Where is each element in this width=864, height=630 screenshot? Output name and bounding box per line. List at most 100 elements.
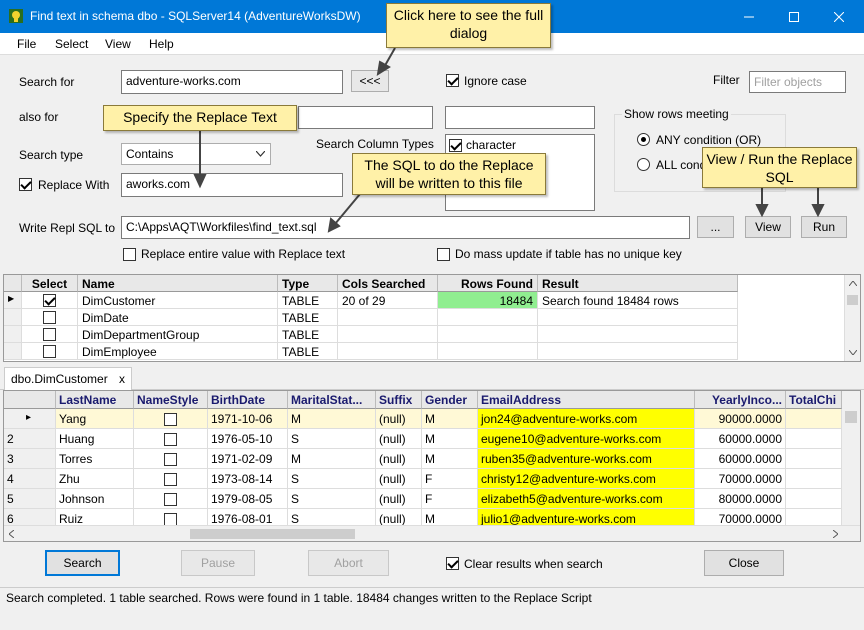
column-header-rows-found[interactable]: Rows Found — [438, 275, 538, 292]
cell-suffix[interactable]: (null) — [376, 489, 422, 509]
tab-dbo-dimcustomer[interactable]: dbo.DimCustomer x — [4, 367, 132, 390]
cell-gender[interactable]: M — [422, 409, 478, 429]
cell-totalchildren[interactable] — [786, 429, 842, 449]
cell-name[interactable]: DimEmployee — [78, 343, 278, 360]
cell-name[interactable]: DimDate — [78, 309, 278, 326]
cell-result[interactable] — [538, 326, 738, 343]
cell-gender[interactable]: F — [422, 469, 478, 489]
column-header-result[interactable]: Result — [538, 275, 738, 292]
search-button[interactable]: Search — [45, 550, 120, 576]
cell-name[interactable]: DimDepartmentGroup — [78, 326, 278, 343]
cell-lastname[interactable]: Torres — [56, 449, 134, 469]
column-header-namestyle[interactable]: NameStyle — [134, 391, 208, 409]
cell-yearlyincome[interactable]: 90000.0000 — [695, 409, 786, 429]
column-header-type[interactable]: Type — [278, 275, 338, 292]
namestyle-checkbox[interactable] — [164, 453, 177, 466]
row-select-checkbox[interactable] — [43, 311, 56, 324]
cell-type[interactable]: TABLE — [278, 292, 338, 309]
cell-namestyle[interactable] — [134, 489, 208, 509]
namestyle-checkbox[interactable] — [164, 493, 177, 506]
detail-vscroll-thumb[interactable] — [845, 411, 857, 423]
cell-lastname[interactable]: Yang — [56, 409, 134, 429]
detail-hscrollbar[interactable] — [4, 525, 860, 541]
cell-suffix[interactable]: (null) — [376, 449, 422, 469]
cell-birthdate[interactable]: 1973-08-14 — [208, 469, 288, 489]
cell-cols-searched[interactable] — [338, 326, 438, 343]
cell-namestyle[interactable] — [134, 449, 208, 469]
table-row[interactable] — [22, 343, 78, 360]
cell-gender[interactable]: F — [422, 489, 478, 509]
abort-button[interactable]: Abort — [308, 550, 389, 576]
results-scroll-thumb[interactable] — [847, 295, 858, 305]
cell-emailaddress[interactable]: christy12@adventure-works.com — [478, 469, 695, 489]
column-header-maritalstatus[interactable]: MaritalStat... — [288, 391, 376, 409]
close-button[interactable]: Close — [704, 550, 784, 576]
cell-lastname[interactable]: Huang — [56, 429, 134, 449]
cell-totalchildren[interactable] — [786, 489, 842, 509]
cell-totalchildren[interactable] — [786, 449, 842, 469]
cell-suffix[interactable]: (null) — [376, 409, 422, 429]
cell-namestyle[interactable] — [134, 429, 208, 449]
cell-suffix[interactable]: (null) — [376, 429, 422, 449]
cell-namestyle[interactable] — [134, 469, 208, 489]
clear-results-checkbox[interactable] — [446, 557, 459, 570]
pause-button[interactable]: Pause — [181, 550, 255, 576]
cell-yearlyincome[interactable]: 80000.0000 — [695, 489, 786, 509]
cell-type[interactable]: TABLE — [278, 326, 338, 343]
column-header-suffix[interactable]: Suffix — [376, 391, 422, 409]
cell-gender[interactable]: M — [422, 429, 478, 449]
cell-birthdate[interactable]: 1971-10-06 — [208, 409, 288, 429]
table-row[interactable] — [22, 309, 78, 326]
cell-rows-found[interactable] — [438, 309, 538, 326]
cell-yearlyincome[interactable]: 60000.0000 — [695, 449, 786, 469]
cell-yearlyincome[interactable]: 60000.0000 — [695, 429, 786, 449]
results-scrollbar[interactable] — [844, 275, 860, 361]
cell-gender[interactable]: M — [422, 449, 478, 469]
column-header-gender[interactable]: Gender — [422, 391, 478, 409]
detail-hscroll-thumb[interactable] — [190, 529, 355, 539]
cell-rows-found[interactable]: 18484 — [438, 292, 538, 309]
cell-cols-searched[interactable] — [338, 343, 438, 360]
cell-birthdate[interactable]: 1979-08-05 — [208, 489, 288, 509]
cell-rows-found[interactable] — [438, 343, 538, 360]
table-row[interactable] — [22, 326, 78, 343]
cell-type[interactable]: TABLE — [278, 343, 338, 360]
cell-emailaddress[interactable]: elizabeth5@adventure-works.com — [478, 489, 695, 509]
cell-type[interactable]: TABLE — [278, 309, 338, 326]
row-select-checkbox[interactable] — [43, 328, 56, 341]
column-header-cols-searched[interactable]: Cols Searched — [338, 275, 438, 292]
column-header-select[interactable]: Select — [22, 275, 78, 292]
column-header-lastname[interactable]: LastName — [56, 391, 134, 409]
cell-yearlyincome[interactable]: 70000.0000 — [695, 469, 786, 489]
cell-emailaddress[interactable]: jon24@adventure-works.com — [478, 409, 695, 429]
column-header-totalchildren[interactable]: TotalChi — [786, 391, 842, 409]
cell-totalchildren[interactable] — [786, 469, 842, 489]
cell-namestyle[interactable] — [134, 409, 208, 429]
cell-maritalstatus[interactable]: M — [288, 409, 376, 429]
column-header-birthdate[interactable]: BirthDate — [208, 391, 288, 409]
namestyle-checkbox[interactable] — [164, 413, 177, 426]
cell-cols-searched[interactable] — [338, 309, 438, 326]
cell-maritalstatus[interactable]: S — [288, 469, 376, 489]
cell-result[interactable] — [538, 343, 738, 360]
table-row[interactable] — [22, 292, 78, 309]
cell-emailaddress[interactable]: ruben35@adventure-works.com — [478, 449, 695, 469]
cell-birthdate[interactable]: 1971-02-09 — [208, 449, 288, 469]
column-header-emailaddress[interactable]: EmailAddress — [478, 391, 695, 409]
column-header-yearlyincome[interactable]: YearlyInco... — [695, 391, 786, 409]
detail-vscrollbar[interactable] — [842, 391, 860, 525]
cell-maritalstatus[interactable]: M — [288, 449, 376, 469]
cell-cols-searched[interactable]: 20 of 29 — [338, 292, 438, 309]
row-select-checkbox[interactable] — [43, 294, 56, 307]
cell-maritalstatus[interactable]: S — [288, 489, 376, 509]
cell-lastname[interactable]: Zhu — [56, 469, 134, 489]
cell-name[interactable]: DimCustomer — [78, 292, 278, 309]
cell-suffix[interactable]: (null) — [376, 469, 422, 489]
tab-close-icon[interactable]: x — [119, 372, 125, 386]
cell-rows-found[interactable] — [438, 326, 538, 343]
cell-lastname[interactable]: Johnson — [56, 489, 134, 509]
cell-totalchildren[interactable] — [786, 409, 842, 429]
column-header-name[interactable]: Name — [78, 275, 278, 292]
cell-result[interactable]: Search found 18484 rows — [538, 292, 738, 309]
cell-maritalstatus[interactable]: S — [288, 429, 376, 449]
